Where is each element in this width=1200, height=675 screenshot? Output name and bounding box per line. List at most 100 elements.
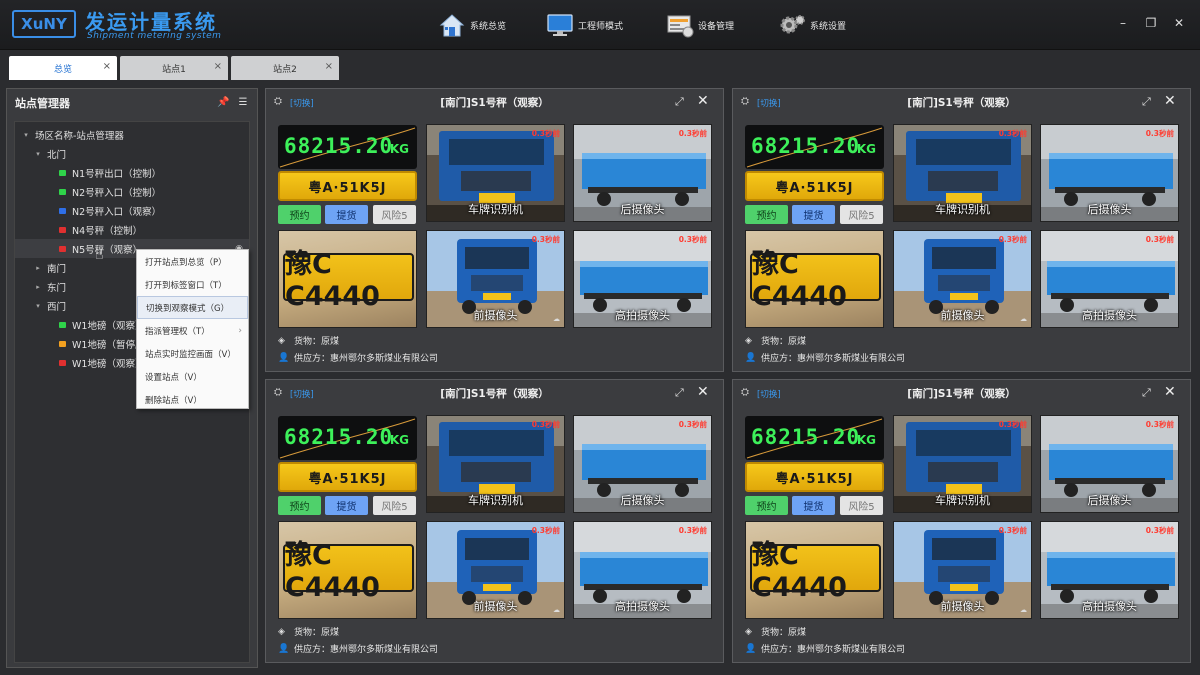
camera-front[interactable]: 0.3秒前 ☁ 前摄像头 — [893, 230, 1032, 328]
plate-closeup[interactable]: 豫C C4440 — [278, 230, 417, 328]
pickup-button[interactable]: 提货 — [325, 205, 368, 224]
camera-front[interactable]: 0.3秒前 ☁ 前摄像头 — [893, 521, 1032, 619]
restore-button[interactable]: ❐ — [1144, 16, 1158, 30]
context-menu-label: 站点实时监控画面（V） — [145, 349, 236, 360]
maximize-icon[interactable]: ⤢ — [675, 95, 687, 108]
close-icon[interactable]: ✕ — [697, 93, 709, 109]
camera-front[interactable]: 0.3秒前 ☁ 前摄像头 — [426, 521, 565, 619]
camera-plate-recognizer[interactable]: 0.3秒前 车牌识别机 — [893, 415, 1032, 513]
reserve-button[interactable]: 预约 — [745, 496, 788, 515]
monitor-panel: ⛭ [切换] [南门]S1号秤（观察） ⤢ ✕ 68215.20 KG 粤A·5… — [732, 379, 1191, 663]
camera-plate-recognizer[interactable]: 0.3秒前 车牌识别机 — [426, 124, 565, 222]
camera-rear[interactable]: 0.3秒前 后摄像头 — [1040, 124, 1179, 222]
caret-icon[interactable]: ▾ — [33, 150, 43, 158]
nav-label: 工程师模式 — [578, 21, 624, 32]
home-icon — [439, 14, 465, 37]
plate-closeup[interactable]: 豫C C4440 — [278, 521, 417, 619]
caret-icon[interactable]: ▸ — [33, 283, 43, 291]
plate-number: 粤A·51K5J — [745, 462, 884, 492]
reserve-button[interactable]: 预约 — [278, 205, 321, 224]
status-dot — [59, 359, 66, 366]
timestamp-label: 0.3秒前 — [678, 129, 707, 138]
maximize-icon[interactable]: ⤢ — [1142, 386, 1154, 399]
plate-closeup[interactable]: 豫C C4440 — [745, 521, 884, 619]
close-icon[interactable]: ✕ — [697, 384, 709, 400]
tree-node[interactable]: N2号秤入口（观察） — [15, 201, 249, 220]
caret-icon[interactable]: ▾ — [21, 131, 31, 139]
reserve-button[interactable]: 预约 — [745, 205, 788, 224]
camera-caption: 前摄像头 — [940, 600, 985, 613]
status-dot — [59, 188, 66, 195]
camera-rear[interactable]: 0.3秒前 后摄像头 — [573, 415, 712, 513]
camera-caption: 车牌识别机 — [935, 203, 990, 216]
context-menu-item[interactable]: 打开到标签窗口（T） — [137, 273, 248, 296]
camera-caption: 前摄像头 — [473, 309, 518, 322]
tab-close-icon[interactable]: × — [103, 61, 111, 72]
camera-high[interactable]: 0.3秒前 高拍摄像头 — [573, 521, 712, 619]
plate-closeup-text: 豫C C4440 — [283, 540, 414, 603]
switch-link[interactable]: [切换] — [757, 97, 781, 109]
nav-device-management[interactable]: 设备管理 — [666, 8, 734, 42]
monitor-title: [南门]S1号秤（观察） — [907, 388, 1016, 400]
tab-site1[interactable]: 站点1 × — [120, 56, 228, 80]
context-menu-item[interactable]: 删除站点（V） — [137, 388, 248, 411]
camera-high[interactable]: 0.3秒前 高拍摄像头 — [573, 230, 712, 328]
tab-site2[interactable]: 站点2 × — [231, 56, 339, 80]
pickup-button[interactable]: 提货 — [792, 205, 835, 224]
reserve-button[interactable]: 预约 — [278, 496, 321, 515]
risk-button[interactable]: 风险5 — [373, 496, 416, 515]
app-subtitle: Shipment metering system — [87, 31, 222, 41]
pickup-button[interactable]: 提货 — [325, 496, 368, 515]
context-menu-item[interactable]: 站点实时监控画面（V） — [137, 342, 248, 365]
camera-high[interactable]: 0.3秒前 高拍摄像头 — [1040, 521, 1179, 619]
plate-closeup[interactable]: 豫C C4440 — [745, 230, 884, 328]
context-menu-item[interactable]: 指派管理权（T） › — [137, 319, 248, 342]
nav-system-overview[interactable]: 系统总览 — [438, 8, 506, 42]
risk-button[interactable]: 风险5 — [840, 496, 883, 515]
pickup-button[interactable]: 提货 — [792, 496, 835, 515]
tab-close-icon[interactable]: × — [214, 61, 222, 72]
tab-close-icon[interactable]: × — [325, 61, 333, 72]
hand-cursor-icon: ☝ — [95, 247, 104, 263]
context-menu-item[interactable]: 打开站点到总览（P） — [137, 250, 248, 273]
close-icon[interactable]: ✕ — [1164, 93, 1176, 109]
close-window-button[interactable]: ✕ — [1172, 16, 1186, 30]
risk-button[interactable]: 风险5 — [373, 205, 416, 224]
tree-node[interactable]: N2号秤入口（控制） — [15, 182, 249, 201]
tab-overview[interactable]: 总览 × — [9, 56, 117, 80]
tree-node[interactable]: N4号秤（控制） — [15, 220, 249, 239]
switch-link[interactable]: [切换] — [757, 388, 781, 400]
context-menu-item[interactable]: 切换到观察模式（G） — [137, 296, 248, 319]
camera-rear[interactable]: 0.3秒前 后摄像头 — [1040, 415, 1179, 513]
monitor-header: ⛭ [切换] [南门]S1号秤（观察） ⤢ ✕ — [733, 380, 1190, 406]
switch-icon[interactable]: ⛭ — [274, 96, 288, 108]
maximize-icon[interactable]: ⤢ — [1142, 95, 1154, 108]
pin-icon[interactable]: 📌 — [217, 97, 229, 109]
switch-icon[interactable]: ⛭ — [741, 96, 755, 108]
switch-icon[interactable]: ⛭ — [274, 387, 288, 399]
nav-system-settings[interactable]: 系统设置 — [778, 8, 846, 42]
tree-node[interactable]: ▾ 场区名称-站点管理器 — [15, 125, 249, 144]
camera-front[interactable]: 0.3秒前 ☁ 前摄像头 — [426, 230, 565, 328]
camera-plate-recognizer[interactable]: 0.3秒前 车牌识别机 — [426, 415, 565, 513]
caret-icon[interactable]: ▸ — [33, 264, 43, 272]
context-menu-item[interactable]: 设置站点（V） — [137, 365, 248, 388]
tab-label: 站点2 — [273, 64, 297, 75]
camera-high[interactable]: 0.3秒前 高拍摄像头 — [1040, 230, 1179, 328]
nav-engineer-mode[interactable]: 工程师模式 — [546, 8, 623, 42]
list-menu-icon[interactable]: ☰ — [237, 97, 249, 109]
tree-node[interactable]: ▾ 北门 — [15, 144, 249, 163]
camera-rear[interactable]: 0.3秒前 后摄像头 — [573, 124, 712, 222]
switch-icon[interactable]: ⛭ — [741, 387, 755, 399]
switch-link[interactable]: [切换] — [290, 388, 314, 400]
supplier-text: 供应方：惠州鄂尔多斯煤业有限公司 — [761, 354, 906, 364]
maximize-icon[interactable]: ⤢ — [675, 386, 687, 399]
switch-link[interactable]: [切换] — [290, 97, 314, 109]
supplier-text: 供应方：惠州鄂尔多斯煤业有限公司 — [294, 645, 439, 655]
minimize-button[interactable]: – — [1116, 16, 1130, 30]
tree-node[interactable]: N1号秤出口（控制） — [15, 163, 249, 182]
camera-plate-recognizer[interactable]: 0.3秒前 车牌识别机 — [893, 124, 1032, 222]
risk-button[interactable]: 风险5 — [840, 205, 883, 224]
close-icon[interactable]: ✕ — [1164, 384, 1176, 400]
caret-icon[interactable]: ▾ — [33, 302, 43, 310]
